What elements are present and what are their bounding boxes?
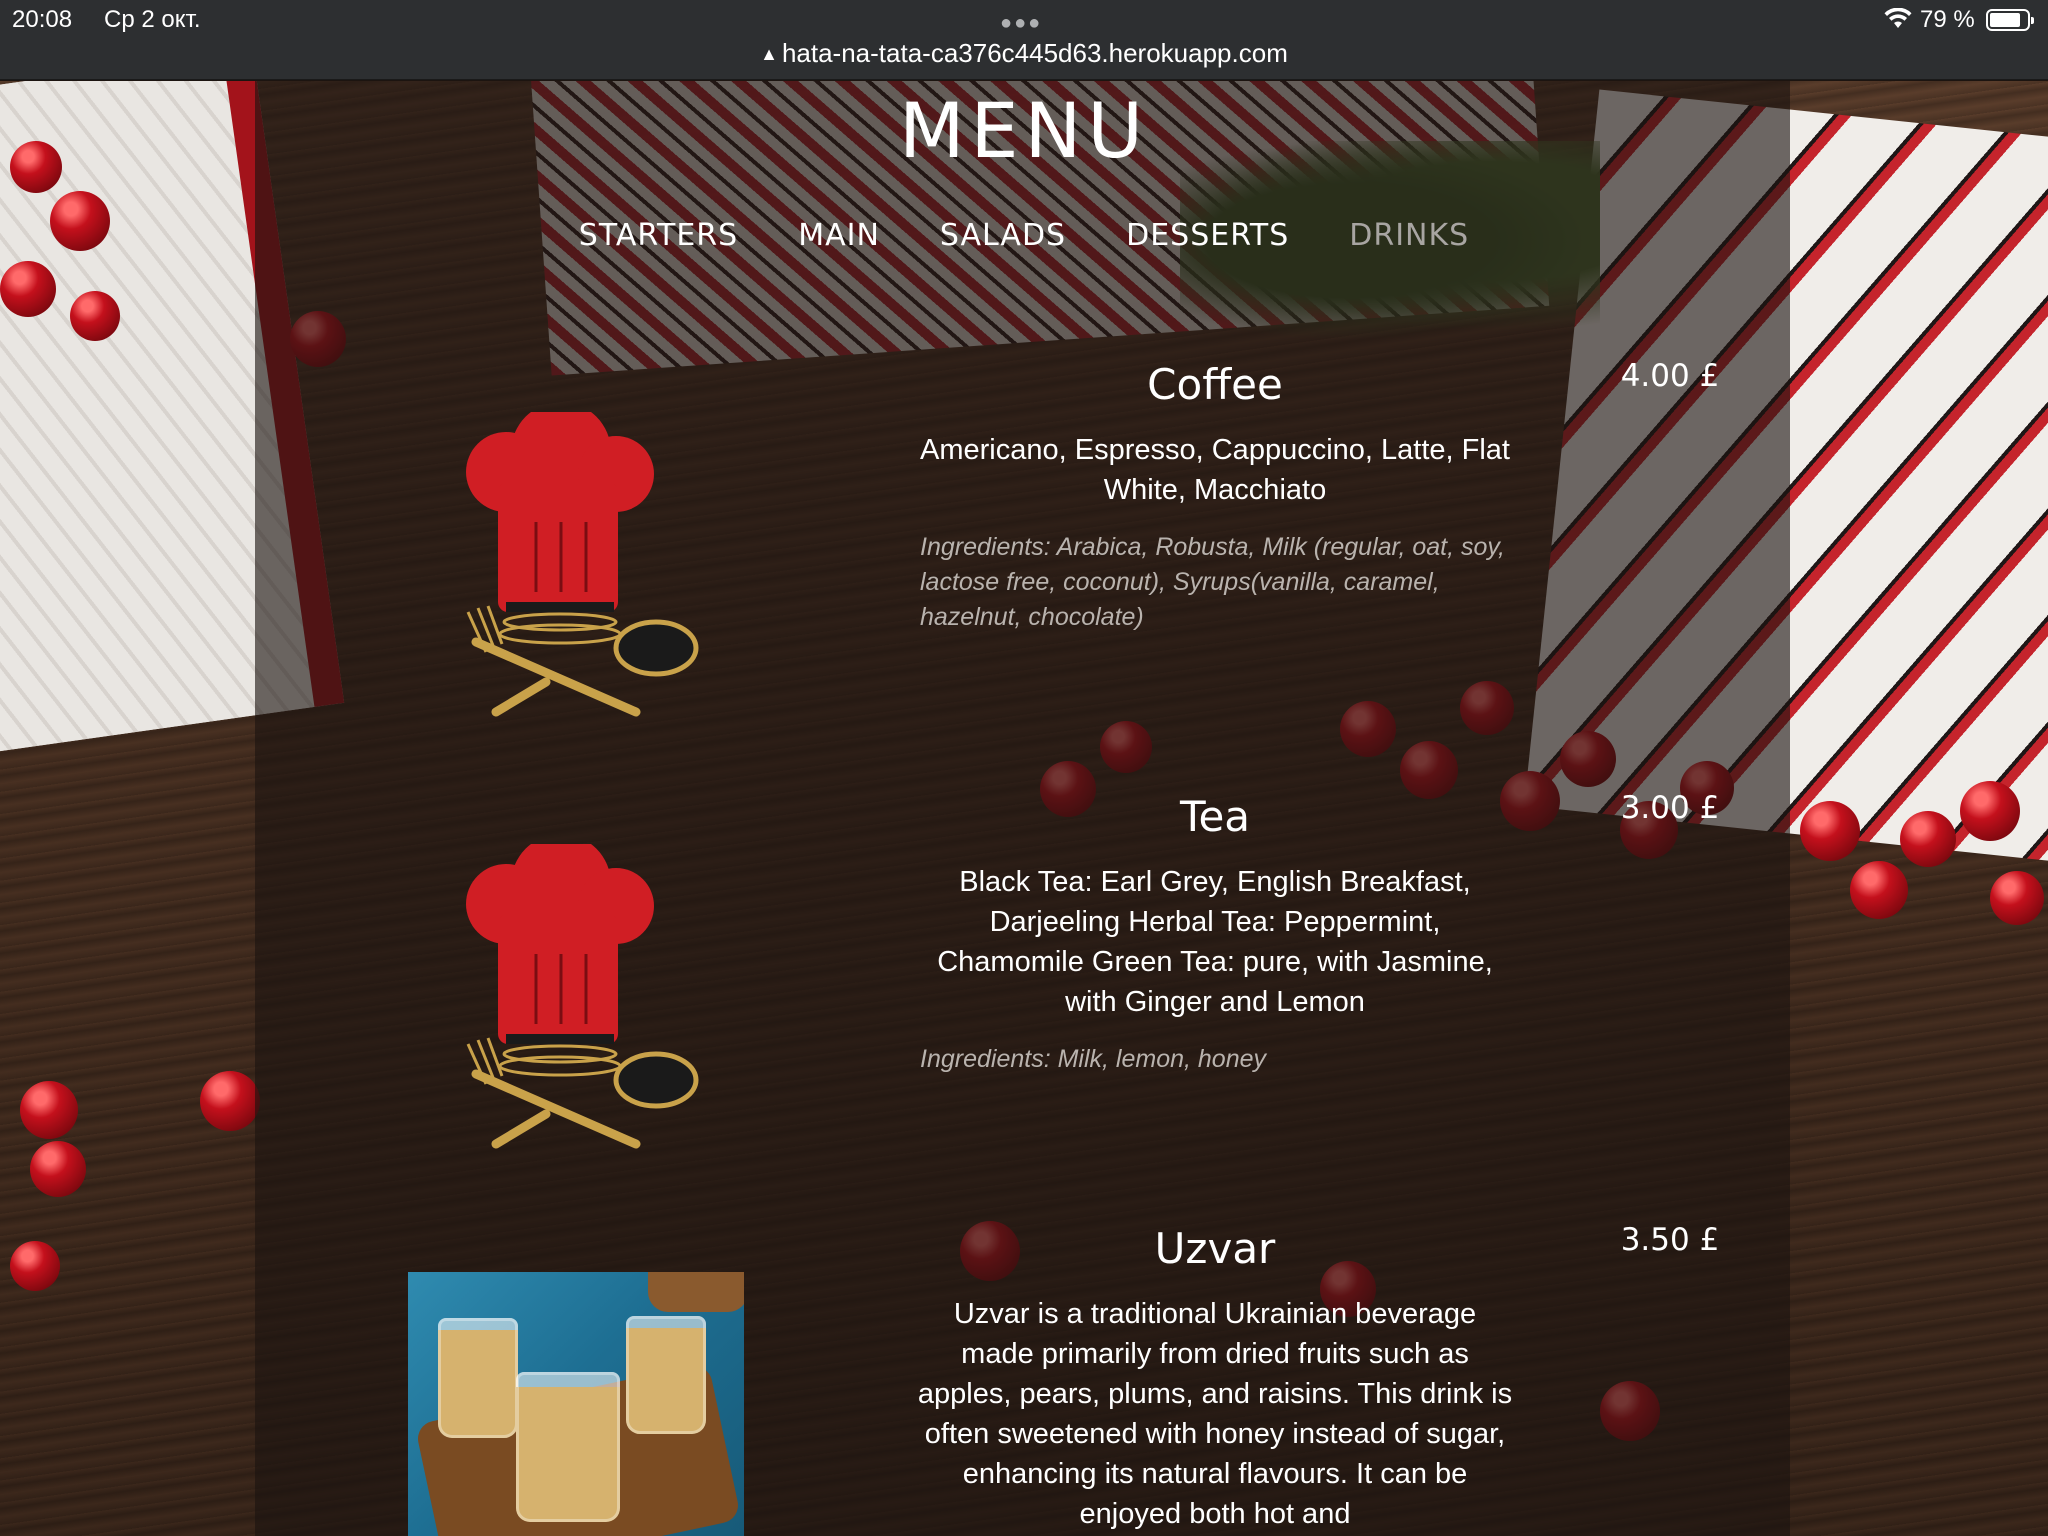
- berry: [1960, 781, 2020, 841]
- battery-percent: 79 %: [1920, 6, 1975, 33]
- berry: [10, 1241, 60, 1291]
- berry: [1900, 811, 1956, 867]
- item-name: Tea: [1179, 792, 1251, 841]
- status-time: 20:08: [12, 6, 73, 33]
- battery-icon: [1986, 9, 2034, 31]
- berry: [20, 1081, 78, 1139]
- item-price: 3.00 £: [1620, 790, 1720, 826]
- item-ingredients: Ingredients: Milk, lemon, honey: [920, 1045, 1267, 1073]
- berry: [1800, 801, 1860, 861]
- item-price: 3.50 £: [1620, 1222, 1720, 1258]
- berry: [1990, 871, 2044, 925]
- nav-salads[interactable]: SALADS: [940, 218, 1066, 262]
- more-dots-icon[interactable]: ●●●: [1000, 12, 1042, 35]
- item-description: Americano, Espresso, Cappuccino, Latte, …: [920, 434, 1510, 506]
- berry: [70, 291, 120, 341]
- address-bar[interactable]: ▲ hata-na-tata-ca376c445d63.herokuapp.com: [740, 38, 1308, 69]
- category-nav: STARTERS MAIN SALADS DESSERTS DRINKS: [0, 218, 2048, 262]
- item-description: Black Tea: Earl Grey, English Breakfast,…: [937, 866, 1493, 1018]
- item-description: Uzvar is a traditional Ukrainian beverag…: [917, 1298, 1513, 1530]
- page-title: MENU: [898, 86, 1150, 175]
- item-name: Coffee: [1147, 360, 1283, 409]
- wifi-icon: [1884, 8, 1912, 28]
- item-price: 4.00 £: [1620, 358, 1720, 394]
- nav-main[interactable]: MAIN: [798, 218, 880, 262]
- nav-desserts[interactable]: DESSERTS: [1126, 218, 1289, 262]
- berry: [1850, 861, 1908, 919]
- chef-hat-icon: [466, 412, 699, 717]
- chef-hat-icon: [466, 844, 699, 1149]
- item-name: Uzvar: [1154, 1224, 1276, 1273]
- status-bar: 20:08 Ср 2 окт. ●●● ▲ hata-na-tata-ca376c…: [0, 0, 2048, 80]
- uzvar-photo: [408, 1272, 744, 1536]
- item-ingredients: Ingredients: Arabica, Robusta, Milk (reg…: [920, 533, 1505, 631]
- url-text: hata-na-tata-ca376c445d63.herokuapp.com: [781, 38, 1288, 68]
- lock-icon: ▲: [760, 44, 778, 64]
- berry: [30, 1141, 86, 1197]
- nav-drinks[interactable]: DRINKS: [1349, 218, 1469, 262]
- nav-starters[interactable]: STARTERS: [579, 218, 738, 262]
- berry: [200, 1071, 260, 1131]
- status-date: Ср 2 окт.: [104, 6, 201, 33]
- berry: [0, 261, 56, 317]
